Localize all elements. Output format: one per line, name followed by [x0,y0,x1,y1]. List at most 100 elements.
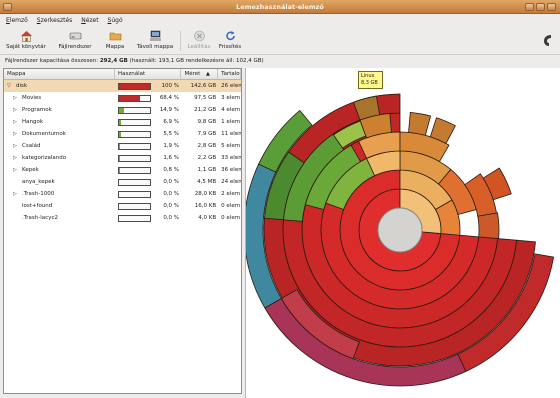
row-size: 4,0 KB [198,215,217,221]
home-label: Saját könyvtár [6,44,46,50]
row-contents: 1 elem [221,119,241,125]
menu-nezet[interactable]: Nézet [81,14,98,27]
row-percent: 1,6 % [163,155,180,161]
column-contents[interactable]: Tartalom [218,69,241,79]
expander-icon[interactable]: ▷ [13,104,17,116]
usage-bar [118,94,152,102]
expander-icon[interactable]: ▷ [13,128,17,140]
row-name: lost+found [22,203,53,209]
menu-szerkesztes[interactable]: Szerkesztés [37,14,73,27]
tree-row[interactable]: .Trash-lacyc2 0,0 % 4,0 KB 0 elem [4,212,241,224]
folder-icon [109,32,121,41]
menu-sugo[interactable]: Súgó [108,14,123,27]
column-size[interactable]: Méret ▲ [181,69,219,79]
ring-segment-dok-leaf[interactable] [408,112,432,136]
row-folder-cell: ▷ Család [4,140,115,152]
home-icon [20,31,32,42]
close-button[interactable] [547,3,556,11]
tree-row[interactable]: ▷ Movies 68,4 % 97,5 GB 3 elem [4,92,241,104]
tree-row[interactable]: ▷ Dokumentumok 5,5 % 7,9 GB 11 elem [4,128,241,140]
usage-bar [118,118,152,126]
maximize-button[interactable] [536,3,545,11]
ring-center[interactable] [377,207,423,253]
tree-row[interactable]: ▷ Család 1,9 % 2,8 GB 5 elem [4,140,241,152]
usage-bar [118,178,152,186]
row-name: Hangok [22,119,44,125]
folder-button[interactable]: Mappa [102,30,128,50]
usage-bar [118,106,152,114]
remote-folder-button[interactable]: Távoli mappa [133,30,177,50]
row-name: .Trash-lacyc2 [22,215,58,221]
stop-button[interactable]: Leállítás [184,30,214,50]
row-name: kategorizalando [22,155,67,161]
expander-icon[interactable]: ▷ [13,140,17,152]
tree-row[interactable]: ▷ .Trash-1000 0,0 % 28,0 KB 2 elem [4,188,241,200]
ring-segment-kepek[interactable] [477,212,500,240]
row-usage-cell: 0,0 % [115,212,181,224]
row-folder-cell: ▷ Movies [4,92,115,104]
menu-elemzo[interactable]: Elemző [6,14,28,27]
row-size: 9,8 GB [197,119,217,125]
expander-icon[interactable]: ▷ [13,152,17,164]
tree-row[interactable]: ▽ disk 100 % 142,6 GB 26 elem [4,80,241,92]
expander-icon[interactable]: ▷ [13,188,17,200]
home-button[interactable]: Saját könyvtár [4,30,48,50]
row-percent: 0,8 % [163,167,180,173]
refresh-button[interactable]: Frissítés [215,30,245,50]
folder-label: Mappa [105,44,125,50]
usage-bar [118,214,152,222]
row-percent: 14,9 % [159,107,180,113]
expander-icon[interactable]: ▽ [7,80,11,92]
usage-bar-fill [119,107,124,113]
filesystem-button[interactable]: Fájlrendszer [53,30,97,50]
column-size-label: Méret [184,71,201,77]
row-usage-cell: 0,0 % [115,188,181,200]
row-usage-cell: 0,0 % [115,176,181,188]
row-percent: 0,0 % [163,191,180,197]
usage-bar [118,130,152,138]
minimize-button[interactable] [525,3,534,11]
row-name: anya_kepek [22,179,55,185]
row-percent: 5,5 % [163,131,180,137]
tree-row[interactable]: ▷ Programok 14,9 % 21,2 GB 4 elem [4,104,241,116]
tree-row[interactable]: ▷ Hangok 6,9 % 9,8 GB 1 elem [4,116,241,128]
folder-tree[interactable]: Mappa Használat Méret ▲ Tartalom ▽ disk 10… [3,68,242,394]
throbber-icon [544,35,551,46]
row-percent: 0,0 % [163,203,180,209]
row-contents: 24 elem [221,179,241,185]
remote-folder-label: Távoli mappa [136,44,174,50]
expander-icon[interactable]: ▷ [13,164,17,176]
summary-total: 292,4 GB [99,58,128,64]
summary-prefix: Fájlrendszer kapacitása összesen: [5,58,99,64]
usage-bar [118,142,152,150]
ring-chart-panel[interactable] [243,68,560,398]
expander-icon[interactable]: ▷ [13,92,17,104]
row-name: Család [22,143,41,149]
row-usage-cell: 100 % [115,80,181,92]
row-folder-cell: ▽ disk [4,80,115,92]
tree-row[interactable]: ▷ Kepek 0,8 % 1,1 GB 36 elem [4,164,241,176]
row-usage-cell: 0,8 % [115,164,181,176]
row-percent: 6,9 % [163,119,180,125]
row-size: 1,1 GB [197,167,217,173]
stop-icon [193,30,205,42]
menu-bar: Elemző Szerkesztés Nézet Súgó [0,14,560,27]
row-name: .Trash-1000 [22,191,55,197]
row-size: 142,6 GB [190,83,217,89]
column-folder[interactable]: Mappa [4,69,116,79]
tree-row[interactable]: anya_kepek 0,0 % 4,5 MB 24 elem [4,176,241,188]
row-name: disk [16,83,28,89]
expander-icon[interactable]: ▷ [13,116,17,128]
row-contents: 33 elem [221,155,241,161]
column-usage[interactable]: Használat [115,69,182,79]
row-size: 97,5 GB [194,95,217,101]
row-contents: 36 elem [221,167,241,173]
row-usage-cell: 5,5 % [115,128,181,140]
tooltip-size: 8,3 GB [361,80,378,86]
row-size: 7,9 GB [197,131,217,137]
row-percent: 100 % [161,83,180,89]
tree-row[interactable]: lost+found 0,0 % 16,0 KB 0 elem [4,200,241,212]
ring-chart[interactable] [243,68,560,398]
tree-row[interactable]: ▷ kategorizalando 1,6 % 2,2 GB 33 elem [4,152,241,164]
row-usage-cell: 14,9 % [115,104,181,116]
